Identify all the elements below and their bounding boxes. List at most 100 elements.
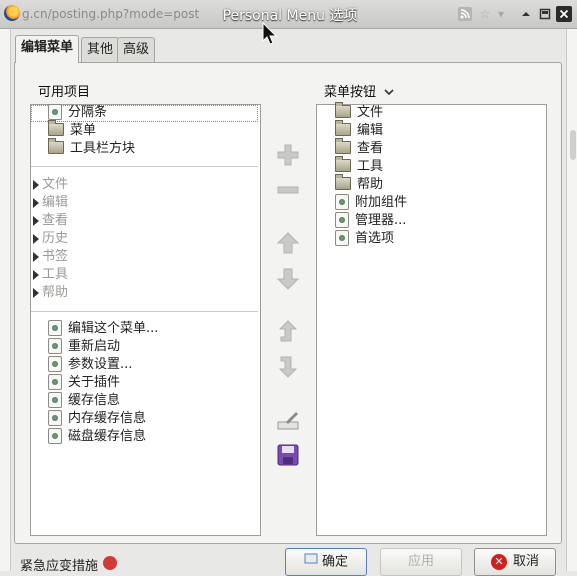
folder-icon: [48, 138, 64, 154]
move-down-icon: [276, 268, 300, 290]
add-button[interactable]: [275, 142, 301, 168]
save-icon: [277, 444, 299, 466]
folder-icon: [48, 120, 64, 136]
expand-triangle-icon: [33, 269, 39, 280]
list-item[interactable]: 编辑: [33, 194, 254, 212]
list-item[interactable]: 内存缓存信息: [48, 409, 258, 428]
move-into-button[interactable]: [275, 354, 301, 380]
window-title: Personal Menu 选项: [222, 8, 358, 24]
expand-triangle-icon: [33, 197, 39, 208]
tab-other[interactable]: 其他: [81, 37, 120, 63]
list-item[interactable]: 编辑: [335, 120, 540, 140]
expand-triangle-icon: [33, 233, 39, 244]
separator-icon: [48, 373, 62, 390]
list-item[interactable]: 工具: [33, 266, 254, 284]
expand-triangle-icon: [33, 287, 39, 298]
mouse-cursor: [262, 21, 278, 46]
list-item[interactable]: 附加组件: [335, 193, 540, 212]
list-divider: [31, 166, 258, 167]
available-group-basic: 分隔条 菜单 工具栏方块: [48, 103, 258, 158]
chevron-down-icon: ▾: [497, 7, 505, 21]
rss-icon: [458, 7, 472, 21]
background-window-edge-left: [0, 24, 11, 571]
background-scrollbar-thumb[interactable]: [570, 130, 576, 160]
close-icon: ✕: [490, 553, 507, 570]
cancel-label: 取消: [512, 554, 539, 569]
list-item[interactable]: 历史: [33, 230, 254, 248]
list-item[interactable]: 文件: [33, 176, 254, 194]
folder-icon: [335, 102, 351, 118]
rename-button[interactable]: [275, 407, 301, 433]
move-out-button[interactable]: [275, 318, 301, 344]
available-group-menus: 文件 编辑 查看 历史 书签 工具 帮助: [33, 176, 254, 302]
apply-button[interactable]: 应用: [380, 548, 462, 576]
list-divider: [31, 311, 258, 312]
separator-icon: [48, 427, 62, 444]
expand-triangle-icon: [33, 179, 39, 190]
list-item[interactable]: 首选项: [335, 229, 540, 248]
star-icon: ☆: [479, 7, 491, 21]
menu-items-group: 文件 编辑 查看 工具 帮助 附加组件 管理器... 首选项: [335, 102, 540, 248]
emergency-measures-label[interactable]: 紧急应变措施: [20, 555, 98, 574]
tab-advanced[interactable]: 高级: [117, 37, 156, 63]
separator-icon: [335, 211, 349, 228]
list-item[interactable]: 管理器...: [335, 211, 540, 230]
move-out-icon: [278, 320, 298, 342]
list-item[interactable]: 缓存信息: [48, 391, 258, 410]
window-up-button[interactable]: [518, 6, 534, 22]
list-item[interactable]: 菜单: [48, 120, 258, 140]
apply-label: 应用: [407, 554, 434, 569]
list-item[interactable]: 编辑这个菜单...: [48, 319, 258, 338]
save-button[interactable]: [275, 442, 301, 468]
title-bar: g.cn/posting.php?mode=post Personal Menu…: [0, 0, 577, 29]
separator-icon: [48, 391, 62, 408]
remove-button[interactable]: [275, 177, 301, 203]
separator-icon: [335, 193, 349, 210]
window-close-button[interactable]: [556, 6, 572, 22]
list-item[interactable]: 关于插件: [48, 373, 258, 392]
rename-icon: [277, 412, 299, 430]
list-item[interactable]: 磁盘缓存信息: [48, 427, 258, 446]
move-down-button[interactable]: [275, 266, 301, 292]
expand-triangle-icon: [33, 251, 39, 262]
list-item[interactable]: 重新启动: [48, 337, 258, 356]
expand-triangle-icon: [33, 215, 39, 226]
separator-icon: [48, 319, 62, 336]
remove-icon: [277, 186, 299, 194]
add-icon: [277, 144, 299, 166]
list-item[interactable]: 查看: [335, 138, 540, 158]
list-item[interactable]: 工具栏方块: [48, 138, 258, 158]
list-item[interactable]: 帮助: [335, 174, 540, 194]
ok-button[interactable]: 确定: [285, 548, 367, 576]
menu-button-selector[interactable]: 菜单按钮: [324, 81, 394, 100]
list-item[interactable]: 书签: [33, 248, 254, 266]
list-item[interactable]: 参数设置...: [48, 355, 258, 374]
ok-label: 确定: [321, 554, 348, 570]
tab-edit-menu[interactable]: 编辑菜单: [15, 35, 80, 63]
list-item[interactable]: 帮助: [33, 284, 254, 302]
ok-icon: [304, 549, 318, 575]
available-group-commands: 编辑这个菜单... 重新启动 参数设置... 关于插件 缓存信息 内存缓存信息 …: [48, 319, 258, 446]
list-item[interactable]: 分隔条: [48, 103, 258, 122]
separator-icon: [48, 409, 62, 426]
list-item[interactable]: 文件: [335, 102, 540, 122]
menu-button-label: 菜单按钮: [324, 85, 377, 100]
folder-icon: [335, 120, 351, 136]
separator-icon: [48, 355, 62, 372]
warning-icon: [103, 556, 117, 570]
window-restore-button[interactable]: [537, 6, 553, 22]
firefox-icon: [4, 5, 20, 21]
background-window-edge-right: [566, 24, 577, 571]
chevron-down-icon: [384, 85, 394, 100]
available-items-label: 可用项目: [38, 85, 91, 100]
separator-icon: [48, 103, 62, 120]
cancel-button[interactable]: ✕ 取消: [474, 548, 556, 576]
folder-icon: [335, 174, 351, 190]
move-into-icon: [278, 356, 298, 378]
folder-icon: [335, 156, 351, 172]
list-item[interactable]: 查看: [33, 212, 254, 230]
separator-icon: [335, 229, 349, 246]
list-item[interactable]: 工具: [335, 156, 540, 176]
move-up-button[interactable]: [275, 230, 301, 256]
separator-icon: [48, 337, 62, 354]
